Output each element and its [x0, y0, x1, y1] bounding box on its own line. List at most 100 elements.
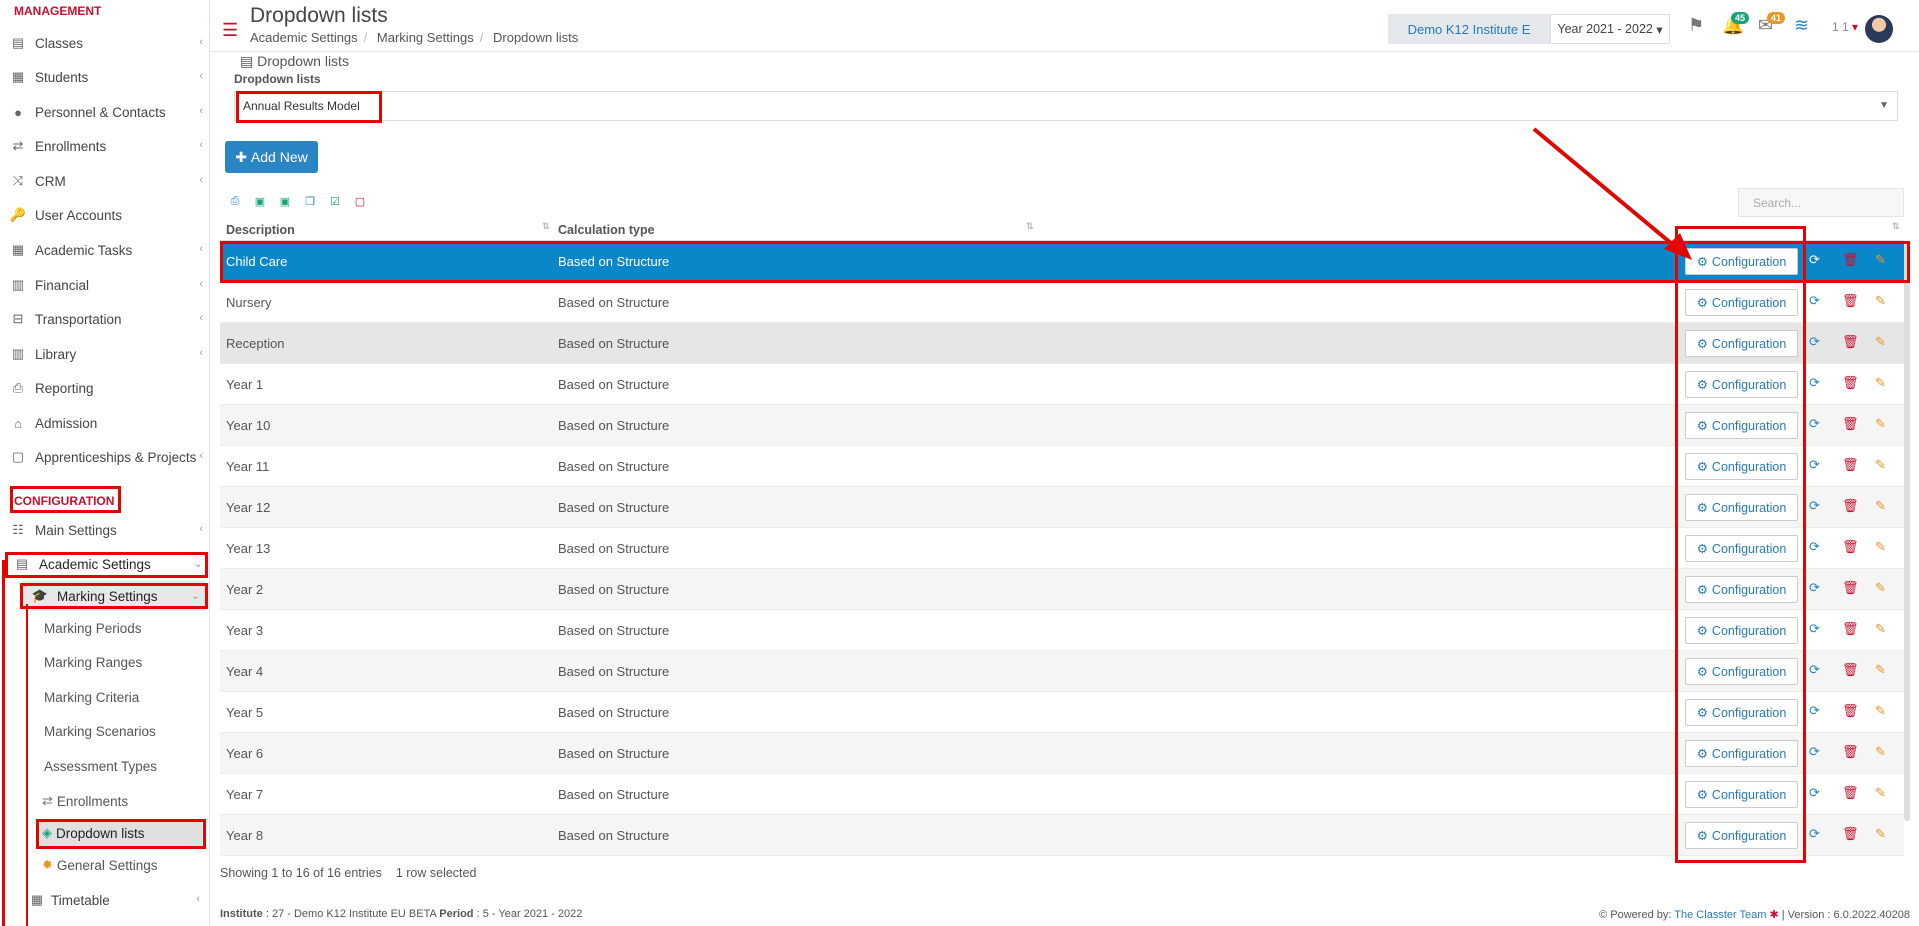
copy-icon[interactable]: ❐	[303, 194, 317, 208]
sidebar-item-marking-criteria[interactable]: Marking Criteria	[44, 684, 139, 710]
pencil-icon[interactable]: ✎	[1875, 703, 1886, 719]
trash-icon[interactable]: 🗑	[1842, 539, 1859, 555]
layers-icon[interactable]: ≋	[1794, 15, 1809, 36]
pencil-icon[interactable]: ✎	[1875, 580, 1886, 596]
pencil-icon[interactable]: ✎	[1875, 457, 1886, 473]
trash-icon[interactable]: 🗑	[1842, 416, 1859, 432]
sidebar-item-main-settings[interactable]: ☷ Main Settings ‹	[0, 515, 209, 545]
trash-icon[interactable]: 🗑	[1842, 662, 1859, 678]
configuration-button[interactable]: ⚙ Configuration	[1685, 494, 1798, 521]
table-row[interactable]: Year 4 Based on Structure ⚙ Configuration ⟳ 🗑…	[220, 651, 1904, 692]
excel-icon[interactable]: ▣	[253, 194, 267, 208]
pencil-icon[interactable]: ✎	[1875, 662, 1886, 678]
table-row[interactable]: Year 6 Based on Structure ⚙ Configuration ⟳ 🗑…	[220, 733, 1904, 774]
sidebar-item-admission[interactable]: ⌂ Admission	[0, 408, 209, 438]
configuration-button[interactable]: ⚙ Configuration	[1685, 535, 1798, 562]
refresh-icon[interactable]: ⟳	[1809, 252, 1820, 268]
breadcrumb-item[interactable]: Academic Settings	[250, 30, 358, 45]
trash-icon[interactable]: 🗑	[1842, 621, 1859, 637]
refresh-icon[interactable]: ⟳	[1809, 785, 1820, 801]
refresh-icon[interactable]: ⟳	[1809, 744, 1820, 760]
refresh-icon[interactable]: ⟳	[1809, 703, 1820, 719]
sidebar-item-personnel-contacts[interactable]: ● Personnel & Contacts ‹	[0, 97, 209, 127]
sidebar-item-transportation[interactable]: ⊟ Transportation ‹	[0, 304, 209, 334]
table-row[interactable]: Year 5 Based on Structure ⚙ Configuration ⟳ 🗑…	[220, 692, 1904, 733]
refresh-icon[interactable]: ⟳	[1809, 375, 1820, 391]
configuration-button[interactable]: ⚙ Configuration	[1685, 658, 1798, 685]
user-number[interactable]: 1 1 ▾	[1832, 20, 1858, 34]
trash-icon[interactable]: 🗑	[1842, 293, 1859, 309]
column-description[interactable]: Description	[226, 223, 295, 237]
pencil-icon[interactable]: ✎	[1875, 826, 1886, 842]
sidebar-item-marking-periods[interactable]: Marking Periods	[44, 615, 142, 641]
sort-icon[interactable]: ⇅	[1026, 221, 1034, 232]
table-row[interactable]: Year 7 Based on Structure ⚙ Configuration ⟳ 🗑…	[220, 774, 1904, 815]
table-row[interactable]: Reception Based on Structure ⚙ Configuratio…	[220, 323, 1904, 364]
add-new-button[interactable]: ✚ Add New	[225, 141, 318, 173]
sidebar-item-classes[interactable]: ▤ Classes ‹	[0, 28, 209, 58]
pencil-icon[interactable]: ✎	[1875, 416, 1886, 432]
flag-icon[interactable]: ⚑	[1688, 15, 1704, 36]
sidebar-item-assessment-types[interactable]: Assessment Types	[44, 753, 157, 779]
trash-icon[interactable]: 🗑	[1842, 498, 1859, 514]
column-calculation-type[interactable]: Calculation type	[558, 223, 655, 237]
institute-selector[interactable]: Demo K12 Institute E	[1388, 14, 1550, 44]
refresh-icon[interactable]: ⟳	[1809, 662, 1820, 678]
trash-icon[interactable]: 🗑	[1842, 703, 1859, 719]
configuration-button[interactable]: ⚙ Configuration	[1685, 412, 1798, 439]
sidebar-item-timetable[interactable]: ▦ Timetable ‹	[22, 885, 206, 915]
trash-icon[interactable]: 🗑	[1842, 252, 1859, 268]
sidebar-item-enrollments[interactable]: ⇄ Enrollments ‹	[0, 131, 209, 161]
dropdown-lists-select[interactable]: Annual Results Model ▼	[234, 91, 1898, 121]
configuration-button[interactable]: ⚙ Configuration	[1685, 781, 1798, 808]
trash-icon[interactable]: 🗑	[1842, 457, 1859, 473]
team-link[interactable]: The Classter Team	[1674, 909, 1766, 921]
year-selector[interactable]: Year 2021 - 2022 ▾	[1550, 14, 1670, 44]
sidebar-item-academic-tasks[interactable]: ▦ Academic Tasks ‹	[0, 235, 209, 265]
refresh-icon[interactable]: ⟳	[1809, 621, 1820, 637]
menu-icon[interactable]: ☰	[222, 20, 238, 41]
sidebar-item-academic-settings[interactable]: ▤ Academic Settings ⌄	[0, 549, 209, 579]
pencil-icon[interactable]: ✎	[1875, 744, 1886, 760]
avatar[interactable]	[1865, 15, 1893, 43]
sidebar-item-marking-scenarios[interactable]: Marking Scenarios	[44, 718, 156, 744]
configuration-button[interactable]: ⚙ Configuration	[1685, 248, 1798, 275]
refresh-icon[interactable]: ⟳	[1809, 293, 1820, 309]
csv-icon[interactable]: ▣	[278, 194, 292, 208]
trash-icon[interactable]: 🗑	[1842, 744, 1859, 760]
trash-icon[interactable]: 🗑	[1842, 580, 1859, 596]
trash-icon[interactable]: 🗑	[1842, 785, 1859, 801]
table-row[interactable]: Year 8 Based on Structure ⚙ Configuration ⟳ 🗑…	[220, 815, 1904, 856]
refresh-icon[interactable]: ⟳	[1809, 498, 1820, 514]
sidebar-item-marking-ranges[interactable]: Marking Ranges	[44, 649, 142, 675]
select-all-icon[interactable]: ☑	[328, 194, 342, 208]
refresh-icon[interactable]: ⟳	[1809, 826, 1820, 842]
pencil-icon[interactable]: ✎	[1875, 539, 1886, 555]
table-row[interactable]: Year 1 Based on Structure ⚙ Configuration ⟳ 🗑…	[220, 364, 1904, 405]
sidebar-item-reporting[interactable]: ⎙ Reporting	[0, 373, 209, 403]
table-row[interactable]: Child Care Based on Structure ⚙ Configurati…	[220, 241, 1904, 282]
configuration-button[interactable]: ⚙ Configuration	[1685, 740, 1798, 767]
deselect-icon[interactable]: ▢	[353, 194, 367, 208]
table-row[interactable]: Year 3 Based on Structure ⚙ Configuration ⟳ 🗑…	[220, 610, 1904, 651]
table-row[interactable]: Year 11 Based on Structure ⚙ Configuration ⟳…	[220, 446, 1904, 487]
sidebar-item-apprenticeships-projects[interactable]: ▢ Apprenticeships & Projects ‹	[0, 442, 209, 472]
sort-icon[interactable]: ⇅	[1892, 221, 1900, 232]
scrollbar[interactable]	[1904, 241, 1910, 821]
trash-icon[interactable]: 🗑	[1842, 826, 1859, 842]
refresh-icon[interactable]: ⟳	[1809, 416, 1820, 432]
table-row[interactable]: Nursery Based on Structure ⚙ Configuration ⟳…	[220, 282, 1904, 323]
configuration-button[interactable]: ⚙ Configuration	[1685, 453, 1798, 480]
configuration-button[interactable]: ⚙ Configuration	[1685, 822, 1798, 849]
sidebar-item-dropdown-lists[interactable]: ◈ Dropdown lists	[40, 820, 202, 846]
sort-icon[interactable]: ⇅	[542, 221, 550, 232]
pencil-icon[interactable]: ✎	[1875, 252, 1886, 268]
table-row[interactable]: Year 13 Based on Structure ⚙ Configuration ⟳…	[220, 528, 1904, 569]
refresh-icon[interactable]: ⟳	[1809, 580, 1820, 596]
pencil-icon[interactable]: ✎	[1875, 334, 1886, 350]
configuration-button[interactable]: ⚙ Configuration	[1685, 371, 1798, 398]
refresh-icon[interactable]: ⟳	[1809, 457, 1820, 473]
table-row[interactable]: Year 10 Based on Structure ⚙ Configuration ⟳…	[220, 405, 1904, 446]
configuration-button[interactable]: ⚙ Configuration	[1685, 289, 1798, 316]
sidebar-item-user-accounts[interactable]: 🔑 User Accounts	[0, 200, 209, 230]
